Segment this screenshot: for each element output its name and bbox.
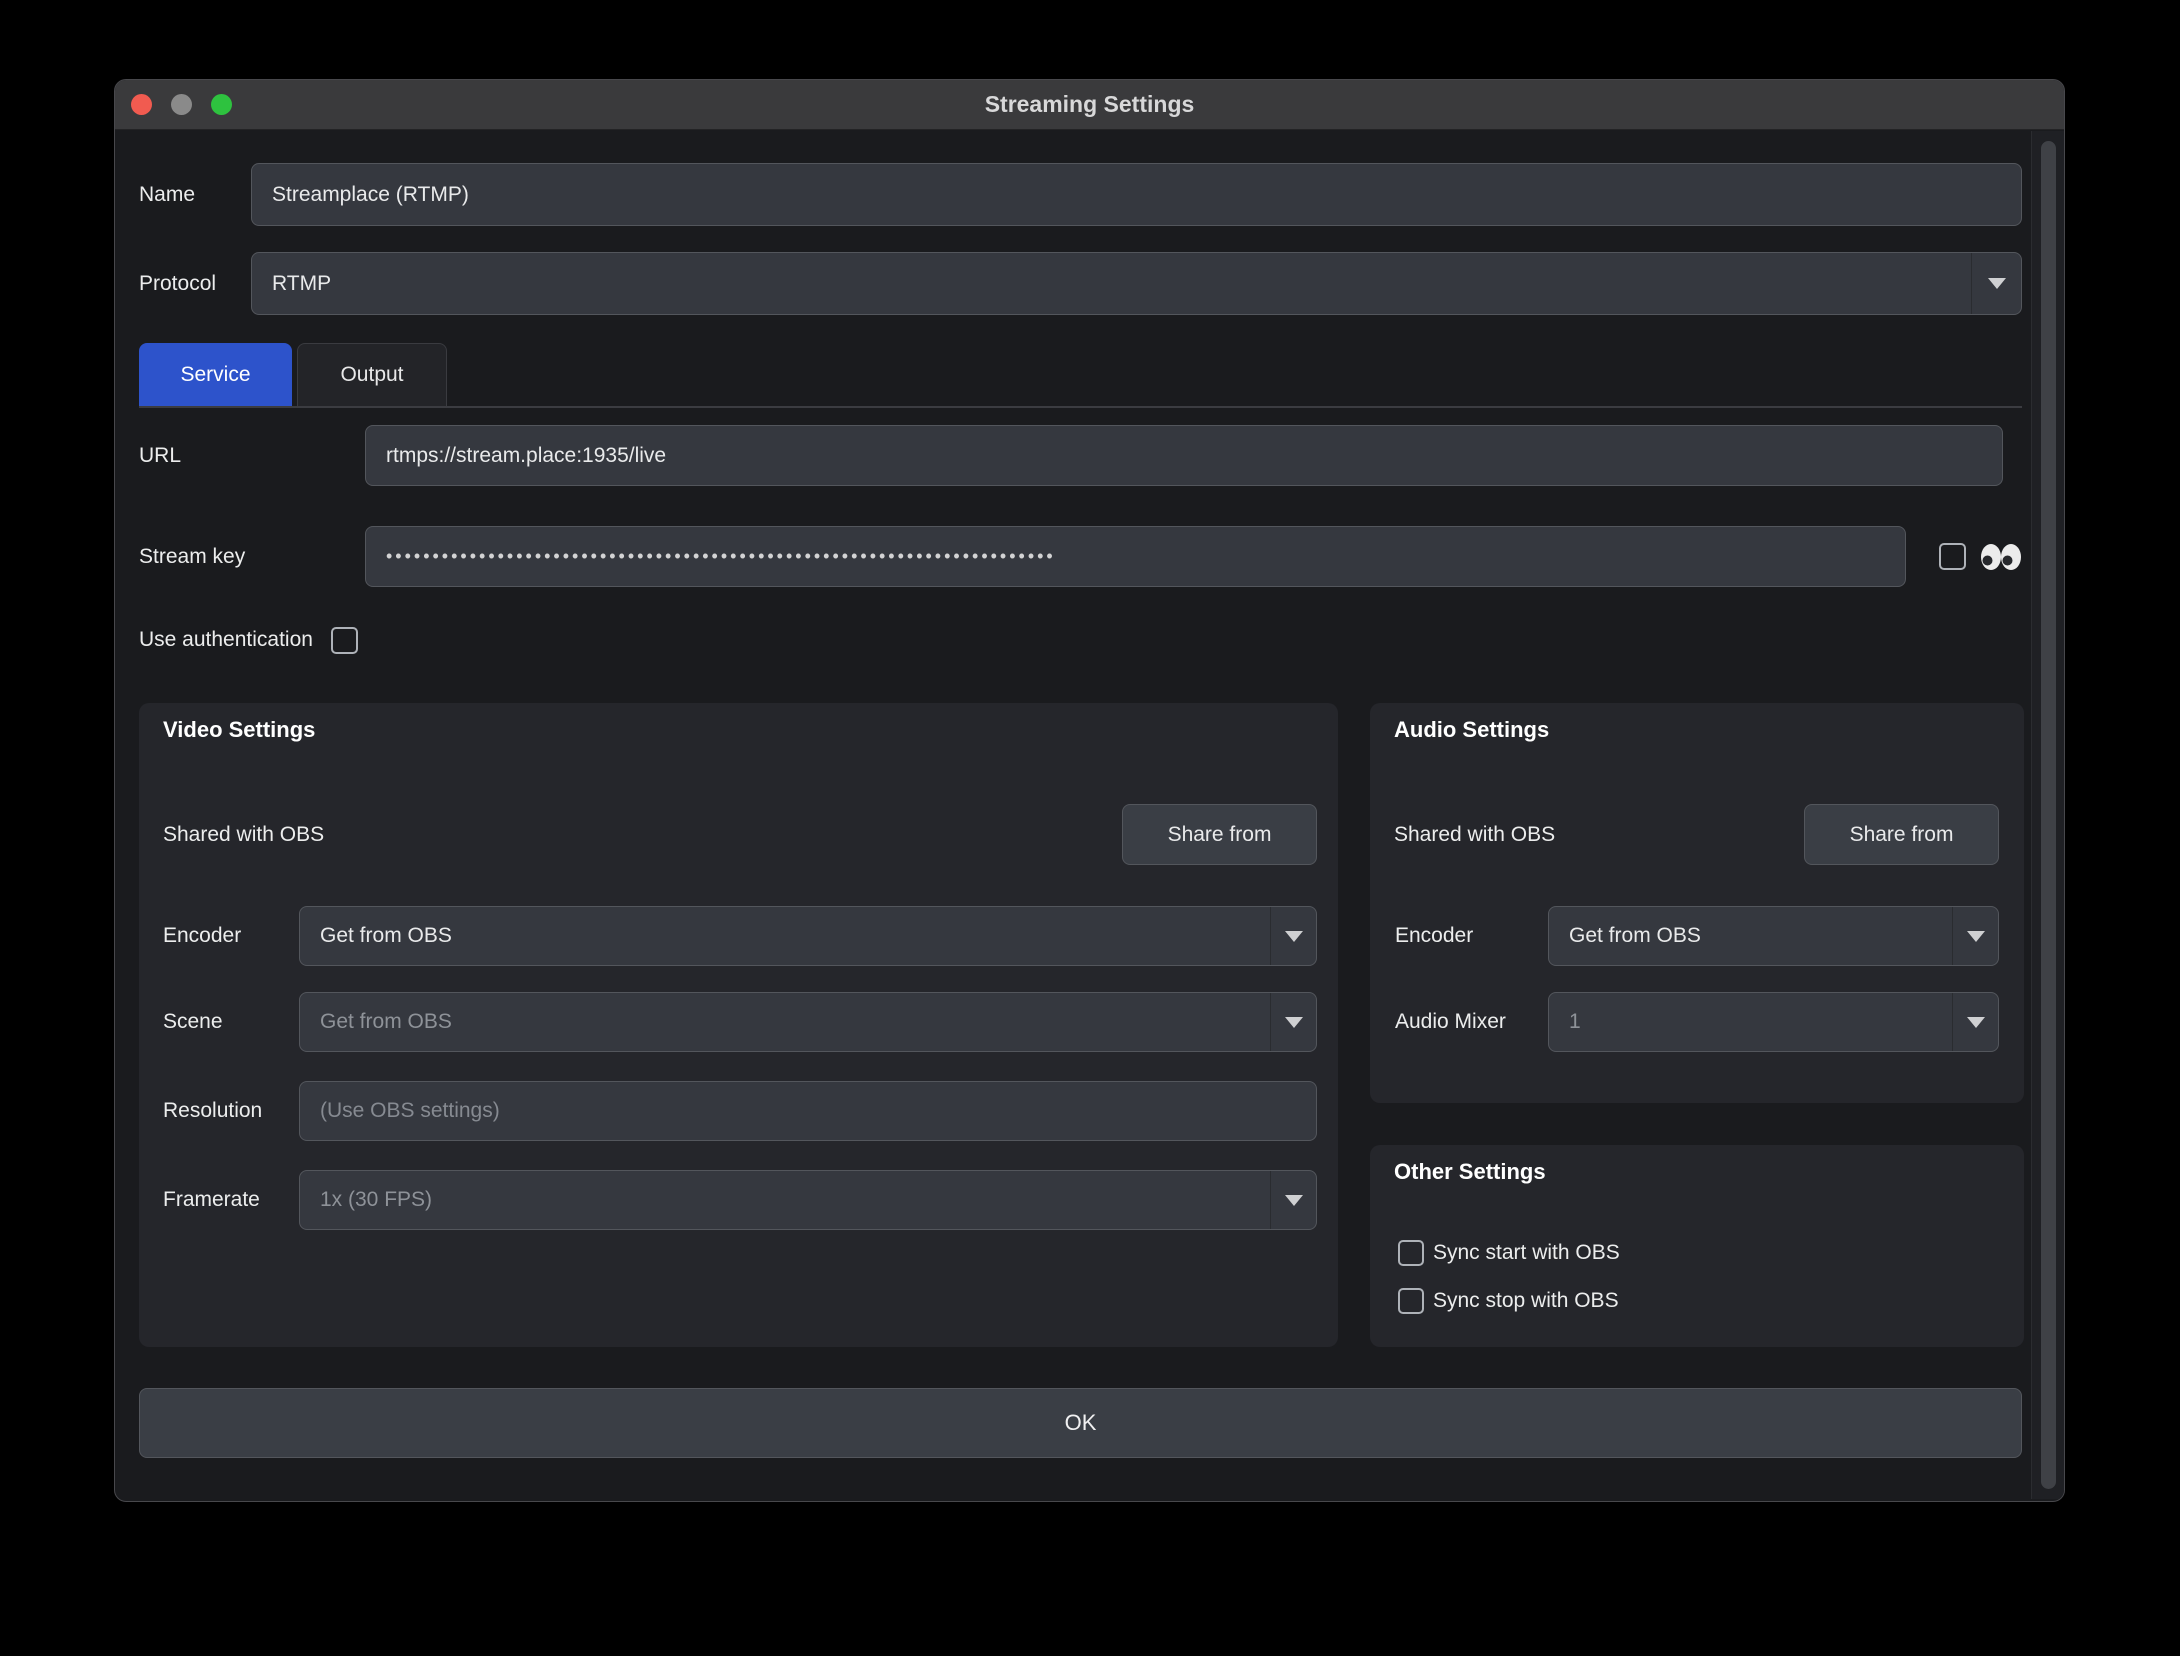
video-encoder-dropdown-arrow[interactable] [1270,907,1316,965]
video-share-from-button[interactable]: Share from [1122,804,1317,865]
window-title: Streaming Settings [985,91,1195,118]
chevron-down-icon [1285,931,1303,942]
chevron-down-icon [1988,278,2006,289]
video-encoder-dropdown[interactable]: Get from OBS [299,906,1317,966]
other-settings-group: Other Settings Sync start with OBS Sync … [1370,1145,2024,1347]
protocol-dropdown[interactable]: RTMP [251,252,2022,315]
audio-encoder-dropdown-arrow[interactable] [1952,907,1998,965]
sync-stop-label: Sync stop with OBS [1433,1289,1619,1313]
audio-shared-label: Shared with OBS [1394,823,1555,847]
use-authentication-row: Use authentication [139,623,2022,657]
video-framerate-dropdown-arrow[interactable] [1270,1171,1316,1229]
minimize-button[interactable] [171,94,192,115]
protocol-value: RTMP [272,272,331,296]
audio-encoder-row: Encoder Get from OBS [1370,906,2024,966]
video-resolution-row: Resolution [139,1081,1338,1141]
name-input[interactable] [251,163,2022,226]
audio-settings-title: Audio Settings [1394,717,1549,743]
close-button[interactable] [131,94,152,115]
use-authentication-checkbox[interactable] [331,627,358,654]
other-settings-title: Other Settings [1394,1159,1546,1185]
audio-mixer-row: Audio Mixer 1 [1370,992,2024,1052]
traffic-lights [131,80,232,129]
show-stream-key-checkbox[interactable] [1939,543,1966,570]
video-scene-row: Scene Get from OBS [139,992,1338,1052]
video-settings-title: Video Settings [163,717,315,743]
url-label: URL [139,444,365,468]
sync-start-row: Sync start with OBS [1398,1240,1620,1266]
video-shared-label: Shared with OBS [163,823,324,847]
video-scene-dropdown-arrow[interactable] [1270,993,1316,1051]
video-resolution-input[interactable] [299,1081,1317,1141]
video-scene-value: Get from OBS [320,1010,452,1034]
url-input[interactable] [365,425,2003,486]
sync-start-label: Sync start with OBS [1433,1241,1620,1265]
video-encoder-label: Encoder [163,924,241,948]
protocol-row: Protocol RTMP [139,252,2022,315]
audio-encoder-value: Get from OBS [1569,924,1701,948]
chevron-down-icon [1967,1017,1985,1028]
sync-stop-row: Sync stop with OBS [1398,1288,1619,1314]
audio-mixer-dropdown-arrow[interactable] [1952,993,1998,1051]
video-encoder-value: Get from OBS [320,924,452,948]
audio-encoder-label: Encoder [1395,924,1473,948]
name-row: Name [139,163,2022,226]
video-framerate-label: Framerate [163,1188,260,1212]
eyes-icon [1978,541,2022,573]
video-resolution-label: Resolution [163,1099,262,1123]
stream-key-input[interactable] [365,526,1906,587]
audio-mixer-value: 1 [1569,1010,1581,1034]
tabbar: Service Output [139,343,2022,408]
video-shared-row: Shared with OBS Share from [163,804,1317,865]
audio-settings-group: Audio Settings Shared with OBS Share fro… [1370,703,2024,1103]
chevron-down-icon [1285,1017,1303,1028]
chevron-down-icon [1967,931,1985,942]
sync-stop-checkbox[interactable] [1398,1288,1424,1314]
stream-key-label: Stream key [139,545,365,569]
protocol-label: Protocol [139,272,251,296]
protocol-dropdown-arrow[interactable] [1971,253,2021,314]
video-framerate-value: 1x (30 FPS) [320,1188,432,1212]
zoom-button[interactable] [211,94,232,115]
audio-share-from-button[interactable]: Share from [1804,804,1999,865]
audio-mixer-dropdown[interactable]: 1 [1548,992,1999,1052]
tab-service[interactable]: Service [139,343,292,406]
audio-mixer-label: Audio Mixer [1395,1010,1506,1034]
audio-shared-row: Shared with OBS Share from [1394,804,1999,865]
name-label: Name [139,183,251,207]
scrollbar[interactable] [2031,131,2064,1499]
audio-encoder-dropdown[interactable]: Get from OBS [1548,906,1999,966]
video-settings-group: Video Settings Shared with OBS Share fro… [139,703,1338,1347]
sync-start-checkbox[interactable] [1398,1240,1424,1266]
streaming-settings-window: Streaming Settings Name Protocol RTMP Se… [114,79,2065,1502]
video-framerate-dropdown[interactable]: 1x (30 FPS) [299,1170,1317,1230]
scrollbar-thumb[interactable] [2041,141,2056,1489]
use-authentication-label: Use authentication [139,628,313,652]
stream-key-row: Stream key [139,526,2022,587]
video-encoder-row: Encoder Get from OBS [139,906,1338,966]
video-scene-dropdown[interactable]: Get from OBS [299,992,1317,1052]
ok-button[interactable]: OK [139,1388,2022,1458]
chevron-down-icon [1285,1195,1303,1206]
video-scene-label: Scene [163,1010,223,1034]
titlebar[interactable]: Streaming Settings [115,80,2064,130]
tab-output[interactable]: Output [297,343,447,406]
video-framerate-row: Framerate 1x (30 FPS) [139,1170,1338,1230]
url-row: URL [139,425,2022,486]
